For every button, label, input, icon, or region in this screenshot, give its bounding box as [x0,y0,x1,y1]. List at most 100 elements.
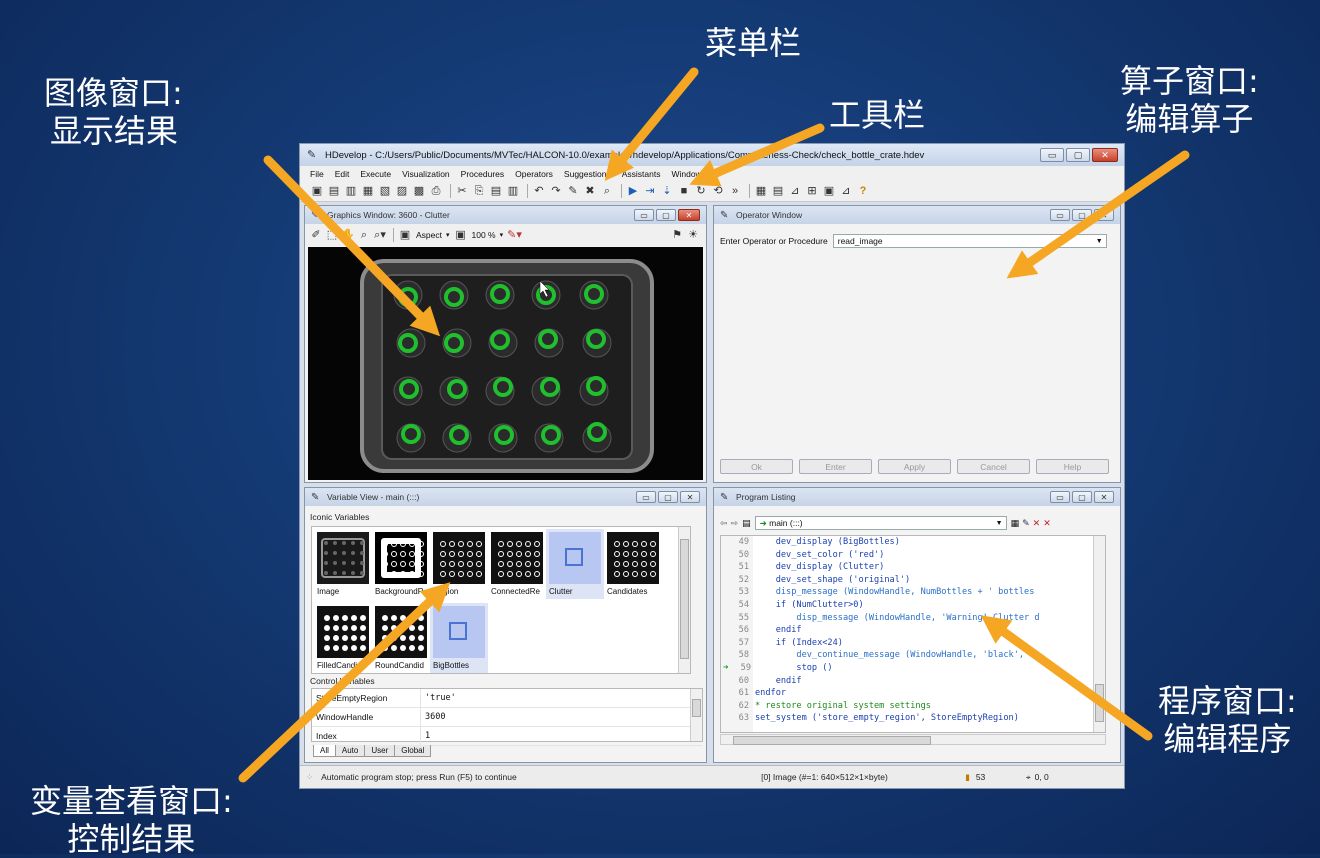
create-procedure-icon[interactable]: ✎ [1022,518,1030,529]
maximize-button[interactable]: ▢ [1066,148,1090,162]
graphics-window-icon[interactable]: ▦ [754,184,768,198]
program-maximize-button[interactable]: ▢ [1072,491,1092,503]
open-example-icon[interactable]: ▥ [344,184,358,198]
zoom-window-icon[interactable]: ▣ [822,184,836,198]
paste-special-icon[interactable]: ▥ [506,184,520,198]
find-icon[interactable]: ⌕ [600,184,614,198]
iconic-variable-image[interactable]: Image [314,529,372,599]
cut-icon[interactable]: ✂ [455,184,469,198]
line-profile-icon[interactable]: ⊿ [788,184,802,198]
operator-input[interactable]: read_image ▼ [832,234,1107,248]
color-icon[interactable]: ✎▾ [507,228,522,242]
operator-close-button[interactable]: ✕ [1094,209,1114,221]
tab-global[interactable]: Global [394,745,432,757]
zoom-icon[interactable]: ▣ [454,228,468,242]
control-scrollbar[interactable] [690,689,702,741]
reset-program-icon[interactable]: ⟲ [711,184,725,198]
more-icon[interactable]: » [728,184,742,198]
code-line[interactable]: 56 endif [721,624,1105,637]
run-icon[interactable]: ▶ [626,184,640,198]
select-icon[interactable]: ⬚ [325,228,339,242]
zoom-label[interactable]: 100 % [472,230,496,240]
graphics-maximize-button[interactable]: ▢ [656,209,676,221]
code-line[interactable]: 52 dev_set_shape ('original') [721,574,1105,587]
menu-procedures[interactable]: Procedures [461,169,504,179]
copy-icon[interactable]: ⎘ [472,184,486,198]
tab-auto[interactable]: Auto [334,745,366,757]
step-into-icon[interactable]: ⇣ [660,184,674,198]
step-over-icon[interactable]: ⇥ [643,184,657,198]
undo-icon[interactable]: ↶ [532,184,546,198]
menu-operators[interactable]: Operators [515,169,553,179]
iconic-variable-connectedre[interactable]: ConnectedRe [488,529,546,599]
menu-execute[interactable]: Execute [360,169,391,179]
code-line[interactable]: 49 dev_display (BigBottles) [721,536,1105,549]
enter-button[interactable]: Enter [799,459,872,474]
graphics-minimize-button[interactable]: ▭ [634,209,654,221]
export-icon[interactable]: ▨ [395,184,409,198]
apply-button[interactable]: Apply [878,459,951,474]
feature-inspection-icon[interactable]: ⊿ [839,184,853,198]
pencil-icon[interactable]: ✐ [309,228,323,242]
iconic-scrollbar[interactable] [678,527,690,673]
program-minimize-button[interactable]: ▭ [1050,491,1070,503]
ok-button[interactable]: Ok [720,459,793,474]
iconic-variable-filledcandid[interactable]: FilledCandid [314,603,372,673]
chevron-down-icon[interactable]: ▼ [1096,235,1103,248]
code-line[interactable]: 53 disp_message (WindowHandle, NumBottle… [721,586,1105,599]
menu-suggestions[interactable]: Suggestions [564,169,611,179]
tab-all[interactable]: All [313,745,336,757]
delete-procedure-icon[interactable]: ✕ [1033,518,1041,529]
print-icon[interactable]: ⎙ [429,184,443,198]
iconic-variable-bigbottles[interactable]: BigBottles [430,603,488,673]
code-line[interactable]: 61 endfor [721,687,1105,700]
control-variable-row[interactable]: WindowHandle 3600 [312,708,702,727]
histogram-icon[interactable]: ⊞ [805,184,819,198]
close-button[interactable]: ✕ [1092,148,1118,162]
redo-icon[interactable]: ↷ [549,184,563,198]
procedure-icon[interactable]: ▤ [742,518,751,529]
open-icon[interactable]: ▤ [327,184,341,198]
iconic-variable-region[interactable]: Region [430,529,488,599]
delete-icon[interactable]: ✖ [583,184,597,198]
delete-all-icon[interactable]: ✕ [1043,518,1051,529]
stop-icon[interactable]: ■ [677,184,691,198]
chevron-down-icon[interactable]: ▼ [996,517,1003,530]
inspect-icon[interactable]: ⚑ [670,228,684,242]
code-line[interactable]: 50 dev_set_color ('red') [721,549,1105,562]
control-variable-row[interactable]: Index 1 [312,727,702,746]
save-as-icon[interactable]: ▧ [378,184,392,198]
variable-maximize-button[interactable]: ▢ [658,491,678,503]
code-editor[interactable]: 49 dev_display (BigBottles) 50 dev_set_co… [720,535,1106,733]
minimize-button[interactable]: ▭ [1040,148,1064,162]
edit-procedure-icon[interactable]: ▦ [1011,518,1020,529]
save-icon[interactable]: ▦ [361,184,375,198]
tab-user[interactable]: User [364,745,396,757]
hand-icon[interactable]: ✋ [341,228,355,242]
reset-icon[interactable]: ↻ [694,184,708,198]
operator-minimize-button[interactable]: ▭ [1050,209,1070,221]
code-line[interactable]: 60 endif [721,675,1105,688]
settings-icon[interactable]: ☀ [686,228,700,242]
variable-minimize-button[interactable]: ▭ [636,491,656,503]
iconic-variable-roundcandid[interactable]: RoundCandid [372,603,430,673]
graphics-close-button[interactable]: ✕ [678,209,700,221]
cancel-button[interactable]: Cancel [957,459,1030,474]
variable-window-icon[interactable]: ▤ [771,184,785,198]
menu-window[interactable]: Window [671,169,701,179]
help-icon[interactable]: ? [856,184,870,198]
code-line[interactable]: ➜ 59 stop () [721,662,1105,675]
program-close-button[interactable]: ✕ [1094,491,1114,503]
code-hscrollbar[interactable] [720,734,1106,745]
iconic-variable-clutter[interactable]: Clutter [546,529,604,599]
zoom-dropdown-icon[interactable]: ⌕▾ [373,228,387,242]
variable-close-button[interactable]: ✕ [680,491,700,503]
control-variable-row[interactable]: StoreEmptyRegion 'true' [312,689,702,708]
menu-assistants[interactable]: Assistants [622,169,661,179]
code-line[interactable]: 57 if (Index<24) [721,637,1105,650]
back-icon[interactable]: ⇦ [720,518,728,529]
iconic-variable-candidates[interactable]: Candidates [604,529,662,599]
code-line[interactable]: 55 disp_message (WindowHandle, 'Warning!… [721,612,1105,625]
aspect-label[interactable]: Aspect [416,230,442,240]
code-line[interactable]: 63 set_system ('store_empty_region', Stor… [721,712,1105,725]
